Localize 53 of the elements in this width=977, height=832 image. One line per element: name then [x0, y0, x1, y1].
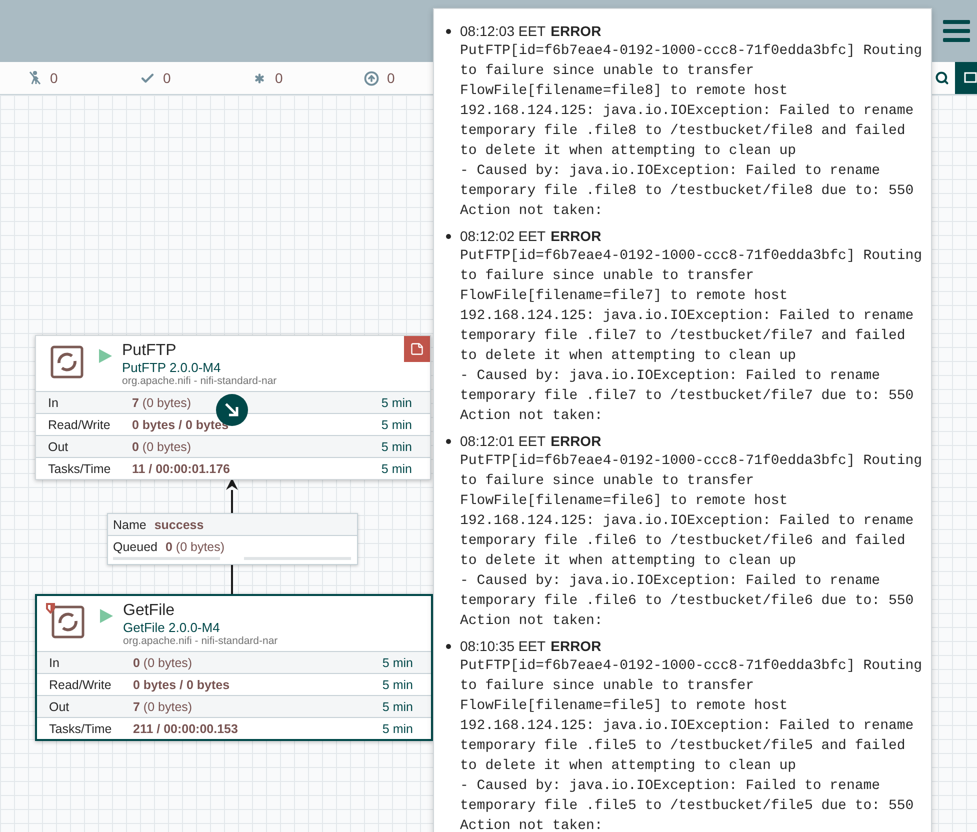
stat-value: 211 / 00:00:00.153: [133, 722, 239, 736]
stat-window: 5 min: [382, 678, 413, 692]
queued-label: Queued: [113, 540, 158, 554]
bulletin-time: 08:10:35 EET: [460, 637, 546, 656]
stat-window: 5 min: [381, 440, 412, 454]
connection-label[interactable]: Name success Queued 0 (0 bytes): [107, 513, 358, 565]
stat-value: 11 / 00:00:01.176: [132, 462, 231, 476]
stat-label: Read/Write: [49, 678, 112, 692]
stat-window: 5 min: [382, 700, 413, 714]
stat-label: In: [49, 656, 60, 670]
bulletin-message: PutFTP[id=f6b7eae4-0192-1000-ccc8-71f0edda3bfc] Routing to failure since unable to transfer FlowFile[filename=file8] to remote host 192.168.124.125: java.io.IOException: Failed to rename temporary file .file8 to /testbucket/file8 and failed to delete it when attempting to clean up - Caused by: java.io.IOException: Failed to rename temporary file .file8 to /testbucket/file8 due to: 550 Action not taken:: [460, 42, 924, 221]
status-count: 0: [275, 70, 283, 86]
stat-label: Tasks/Time: [49, 722, 113, 736]
processor-card[interactable]: GetFile GetFile 2.0.0-M4 org.apache.nifi - nifi-standard-nar In 0 (0 bytes) 5 min Read/Write 0 bytes / 0 bytes 5 min Out 7 (0 bytes) 5 min Tasks/Time 211 / 00:00:00.153 5 min: [35, 594, 433, 741]
stat-window: 5 min: [381, 396, 412, 410]
stat-value: 0 bytes / 0 bytes: [132, 418, 230, 432]
stat-label: Out: [48, 440, 70, 454]
processor-name: PutFTP: [122, 342, 178, 360]
stat-label: Out: [49, 700, 70, 714]
status-count: 0: [387, 70, 395, 86]
bulletin-time: 08:12:02 EET: [460, 227, 546, 246]
bulletin-message: PutFTP[id=f6b7eae4-0192-1000-ccc8-71f0edda3bfc] Routing to failure since unable to transfer FlowFile[filename=file5] to remote host 192.168.124.125: java.io.IOException: Failed to rename temporary file .file5 to /testbucket/file5 and failed to delete it when attempting to clean up - Caused by: java.io.IOException: Failed to rename temporary file .file5 to /testbucket/file5 due to: 550 Action not taken:: [460, 657, 924, 832]
stat-window: 5 min: [381, 418, 412, 432]
processor-name: GetFile: [123, 602, 176, 620]
bulletin-level: ERROR: [550, 227, 602, 246]
stat-window: 5 min: [381, 462, 412, 476]
processor-type: PutFTP 2.0.0-M4: [122, 360, 222, 375]
processor-bundle: org.apache.nifi - nifi-standard-nar: [122, 375, 277, 387]
bulletin-message: PutFTP[id=f6b7eae4-0192-1000-ccc8-71f0edda3bfc] Routing to failure since unable to transfer FlowFile[filename=file7] to remote host 192.168.124.125: java.io.IOException: Failed to rename temporary file .file7 to /testbucket/file7 and failed to delete it when attempting to clean up - Caused by: java.io.IOException: Failed to rename temporary file .file7 to /testbucket/file7 due to: 550 Action not taken:: [460, 247, 924, 426]
stat-label: Read/Write: [48, 418, 112, 432]
stat-window: 5 min: [382, 656, 413, 670]
stat-value: 0 bytes / 0 bytes: [133, 678, 231, 692]
queued-value: 0 (0 bytes): [165, 540, 225, 554]
stat-value: 0 (0 bytes): [133, 656, 194, 670]
status-count: 0: [50, 70, 58, 86]
bulletin-level: ERROR: [550, 637, 602, 656]
bulletin-time: 08:12:01 EET: [460, 432, 546, 451]
processor-card[interactable]: PutFTP PutFTP 2.0.0-M4 org.apache.nifi - nifi-standard-nar In 7 (0 bytes) 5 min Read/Write 0 bytes / 0 bytes 5 min Out 0 (0 bytes) 5 min Tasks/Time 11 / 00:00:01.176 5 min: [35, 335, 431, 480]
stat-value: 7 (0 bytes): [133, 700, 194, 714]
stat-value: 7 (0 bytes): [132, 396, 192, 410]
bulletin-message: PutFTP[id=f6b7eae4-0192-1000-ccc8-71f0edda3bfc] Routing to failure since unable to transfer FlowFile[filename=file6] to remote host 192.168.124.125: java.io.IOException: Failed to rename temporary file .file6 to /testbucket/file6 and failed to delete it when attempting to clean up - Caused by: java.io.IOException: Failed to rename temporary file .file6 to /testbucket/file6 due to: 550 Action not taken:: [460, 452, 924, 631]
name-label: Name: [113, 518, 146, 532]
stat-label: Tasks/Time: [48, 462, 112, 476]
bulletin-level: ERROR: [550, 22, 602, 41]
bulletin-level: ERROR: [550, 432, 602, 451]
stat-value: 0 (0 bytes): [132, 440, 192, 454]
stat-window: 5 min: [382, 722, 413, 736]
stat-label: In: [48, 396, 60, 410]
processor-type: GetFile 2.0.0-M4: [123, 620, 221, 635]
bulletin-time: 08:12:03 EET: [460, 22, 546, 41]
status-count: 0: [163, 70, 171, 86]
processor-bundle: org.apache.nifi - nifi-standard-nar: [123, 635, 278, 647]
connection-name: success: [154, 518, 204, 532]
